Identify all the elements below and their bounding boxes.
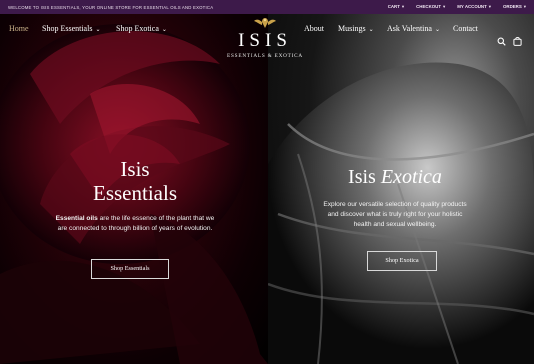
account-links: CART ▾ CHECKOUT ▾ MY ACCOUNT ▾ ORDERS ▾ bbox=[388, 4, 526, 10]
essentials-heading: Isis Essentials bbox=[93, 157, 177, 206]
top-utility-bar: WELCOME TO ISIS ESSENTIALS, YOUR ONLINE … bbox=[0, 0, 534, 14]
winged-emblem-icon bbox=[254, 18, 276, 28]
essentials-description: Essential oils are the life essence of t… bbox=[55, 215, 215, 232]
site-logo[interactable]: ISIS ESSENTIALS & EXOTICA bbox=[222, 16, 308, 68]
chevron-down-icon: ▾ bbox=[523, 4, 526, 9]
welcome-message: WELCOME TO ISIS ESSENTIALS, YOUR ONLINE … bbox=[8, 4, 214, 10]
chevron-down-icon: ⌄ bbox=[434, 27, 440, 33]
brand-name: ISIS bbox=[238, 30, 292, 51]
shop-essentials-button[interactable]: Shop Essentials bbox=[91, 259, 169, 279]
chevron-down-icon: ▾ bbox=[488, 4, 491, 9]
checkout-link[interactable]: CHECKOUT ▾ bbox=[416, 4, 445, 10]
search-icon[interactable] bbox=[497, 37, 506, 46]
nav-contact[interactable]: Contact bbox=[453, 24, 478, 33]
exotica-description: Explore our versatile selection of quali… bbox=[323, 201, 467, 228]
cart-link[interactable]: CART ▾ bbox=[388, 4, 404, 10]
shop-exotica-button[interactable]: Shop Exotica bbox=[367, 251, 437, 271]
orders-link[interactable]: ORDERS ▾ bbox=[503, 4, 526, 10]
chevron-down-icon: ⌄ bbox=[161, 27, 167, 33]
chevron-down-icon: ⌄ bbox=[95, 27, 101, 33]
nav-home[interactable]: Home bbox=[9, 24, 29, 33]
chevron-down-icon: ▾ bbox=[443, 4, 446, 9]
chevron-down-icon: ⌄ bbox=[368, 27, 374, 33]
exotica-heading: Isis Exotica bbox=[348, 166, 442, 188]
nav-ask-valentina[interactable]: Ask Valentina ⌄ bbox=[387, 24, 440, 33]
shopping-bag-icon[interactable] bbox=[513, 36, 522, 46]
nav-musings[interactable]: Musings ⌄ bbox=[338, 24, 374, 33]
nav-shop-exotica[interactable]: Shop Exotica ⌄ bbox=[116, 24, 167, 33]
my-account-link[interactable]: MY ACCOUNT ▾ bbox=[457, 4, 491, 10]
nav-shop-essentials[interactable]: Shop Essentials ⌄ bbox=[42, 24, 100, 33]
brand-tagline: ESSENTIALS & EXOTICA bbox=[227, 53, 303, 59]
chevron-down-icon: ▾ bbox=[401, 4, 405, 9]
